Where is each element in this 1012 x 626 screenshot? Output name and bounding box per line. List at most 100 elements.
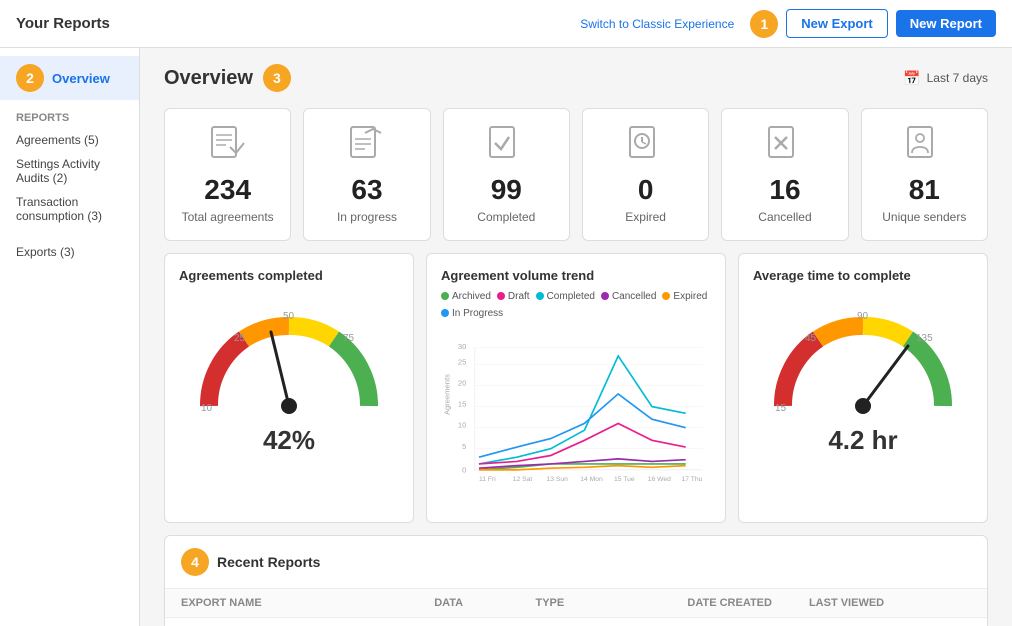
chart-title-volume: Agreement volume trend	[441, 268, 711, 283]
stat-number-total: 234	[204, 175, 251, 206]
main-layout: 2 Overview REPORTS Agreements (5) Settin…	[0, 48, 1012, 626]
legend-dot-cancelled	[601, 292, 609, 300]
stat-icon-total	[208, 125, 248, 169]
stat-label-cancelled: Cancelled	[758, 210, 811, 224]
stat-card-total: 234 Total agreements	[164, 108, 291, 241]
chart-avg-time: Average time to complete 15 45	[738, 253, 988, 523]
stat-number-inprogress: 63	[351, 175, 382, 206]
new-export-button[interactable]: New Export	[786, 9, 888, 38]
legend-dot-inprogress	[441, 309, 449, 317]
stat-icon-expired	[626, 125, 666, 169]
chart-legend: Archived Draft Completed Cancelled	[441, 291, 711, 319]
calendar-icon: 📅	[903, 70, 920, 87]
chart-volume-trend: Agreement volume trend Archived Draft Co…	[426, 253, 726, 523]
switch-classic-link[interactable]: Switch to Classic Experience	[580, 17, 734, 31]
legend-dot-archived	[441, 292, 449, 300]
date-range-label: Last 7 days	[927, 71, 988, 85]
line-chart-svg: 0 5 10 15 20 25 30 11 Fri 12 Sat	[441, 325, 711, 505]
chart-agreements-completed: Agreements completed 10	[164, 253, 414, 523]
svg-text:15: 15	[458, 399, 466, 408]
table-row: Users for the week User Report — — •••	[165, 618, 987, 626]
stat-number-cancelled: 16	[769, 175, 800, 206]
stat-card-completed: 99 Completed	[443, 108, 570, 241]
col-header-name: EXPORT NAME	[181, 597, 434, 609]
svg-text:15 Tue: 15 Tue	[614, 476, 635, 483]
sidebar-overview-label: Overview	[52, 71, 110, 86]
stat-label-completed: Completed	[477, 210, 535, 224]
svg-text:12 Sat: 12 Sat	[513, 476, 533, 483]
chart-title-avgtime: Average time to complete	[753, 268, 973, 283]
svg-text:13 Sun: 13 Sun	[546, 476, 568, 483]
col-header-actions	[930, 597, 971, 609]
legend-archived: Archived	[441, 291, 491, 302]
sidebar-item-agreements[interactable]: Agreements (5)	[0, 128, 139, 152]
legend-cancelled: Cancelled	[601, 291, 656, 302]
col-header-type: TYPE	[535, 597, 687, 609]
sidebar-item-exports[interactable]: Exports (3)	[0, 240, 139, 264]
stat-card-unique-senders: 81 Unique senders	[861, 108, 988, 241]
stats-row: 234 Total agreements 63 In progress 99 C…	[140, 100, 1012, 253]
svg-text:5: 5	[462, 442, 466, 451]
gauge-completed-container: 10 25 50 75 42%	[179, 291, 399, 456]
step-badge-4: 4	[181, 548, 209, 576]
step-badge-1: 1	[750, 10, 778, 38]
legend-expired: Expired	[662, 291, 707, 302]
svg-text:50: 50	[283, 311, 295, 322]
legend-draft: Draft	[497, 291, 530, 302]
stat-number-completed: 99	[491, 175, 522, 206]
main-content: Overview 3 📅 Last 7 days 234 Total agree…	[140, 48, 1012, 626]
top-bar-right: Switch to Classic Experience 1 New Expor…	[580, 9, 996, 38]
chart-title-completed: Agreements completed	[179, 268, 399, 283]
new-report-button[interactable]: New Report	[896, 10, 996, 37]
recent-reports-section: 4 Recent Reports EXPORT NAME DATA TYPE D…	[164, 535, 988, 626]
svg-text:75: 75	[343, 333, 355, 344]
svg-text:25: 25	[458, 357, 466, 366]
overview-header: Overview 3 📅 Last 7 days	[140, 48, 1012, 100]
col-header-last-viewed: LAST VIEWED	[809, 597, 931, 609]
stat-card-cancelled: 16 Cancelled	[721, 108, 848, 241]
sidebar-item-transaction[interactable]: Transaction consumption (3)	[0, 190, 139, 228]
legend-dot-completed	[536, 292, 544, 300]
svg-text:Agreements: Agreements	[442, 374, 451, 415]
legend-label-inprogress: In Progress	[452, 308, 503, 319]
col-header-date-created: DATE CREATED	[687, 597, 809, 609]
legend-inprogress: In Progress	[441, 308, 503, 319]
recent-reports-title: Recent Reports	[217, 554, 320, 570]
gauge-avgtime-container: 15 45 90 135 4.2 hr	[753, 291, 973, 456]
sidebar-item-settings-activity[interactable]: Settings Activity Audits (2)	[0, 152, 139, 190]
stat-icon-completed	[486, 125, 526, 169]
step-badge-2: 2	[16, 64, 44, 92]
legend-label-expired: Expired	[673, 291, 707, 302]
stat-label-inprogress: In progress	[337, 210, 397, 224]
stat-label-unique-senders: Unique senders	[882, 210, 966, 224]
sidebar-item-overview[interactable]: 2 Overview	[0, 56, 139, 100]
stat-icon-inprogress	[347, 125, 387, 169]
gauge-percent-label: 42%	[263, 425, 315, 456]
legend-label-archived: Archived	[452, 291, 491, 302]
svg-text:135: 135	[916, 333, 933, 344]
svg-text:45: 45	[805, 333, 817, 344]
stat-number-unique-senders: 81	[909, 175, 940, 206]
svg-text:14 Mon: 14 Mon	[580, 476, 603, 483]
top-bar: Your Reports Switch to Classic Experienc…	[0, 0, 1012, 48]
legend-dot-draft	[497, 292, 505, 300]
col-header-data: DATA	[434, 597, 535, 609]
svg-text:11 Fri: 11 Fri	[479, 476, 496, 483]
stat-icon-unique-senders	[904, 125, 944, 169]
svg-text:10: 10	[201, 403, 213, 414]
stat-card-inprogress: 63 In progress	[303, 108, 430, 241]
svg-text:15: 15	[775, 403, 787, 414]
legend-completed: Completed	[536, 291, 595, 302]
gauge-completed-svg: 10 25 50 75	[179, 291, 399, 421]
sidebar-section-label: REPORTS	[0, 100, 139, 128]
step-badge-3: 3	[263, 64, 291, 92]
svg-text:10: 10	[458, 420, 466, 429]
stat-number-expired: 0	[638, 175, 654, 206]
legend-label-completed: Completed	[547, 291, 595, 302]
overview-title: Overview	[164, 67, 253, 90]
page-title: Your Reports	[16, 15, 110, 32]
legend-dot-expired	[662, 292, 670, 300]
svg-text:30: 30	[458, 342, 466, 351]
sidebar: 2 Overview REPORTS Agreements (5) Settin…	[0, 48, 140, 626]
gauge-avgtime-label: 4.2 hr	[828, 425, 897, 456]
